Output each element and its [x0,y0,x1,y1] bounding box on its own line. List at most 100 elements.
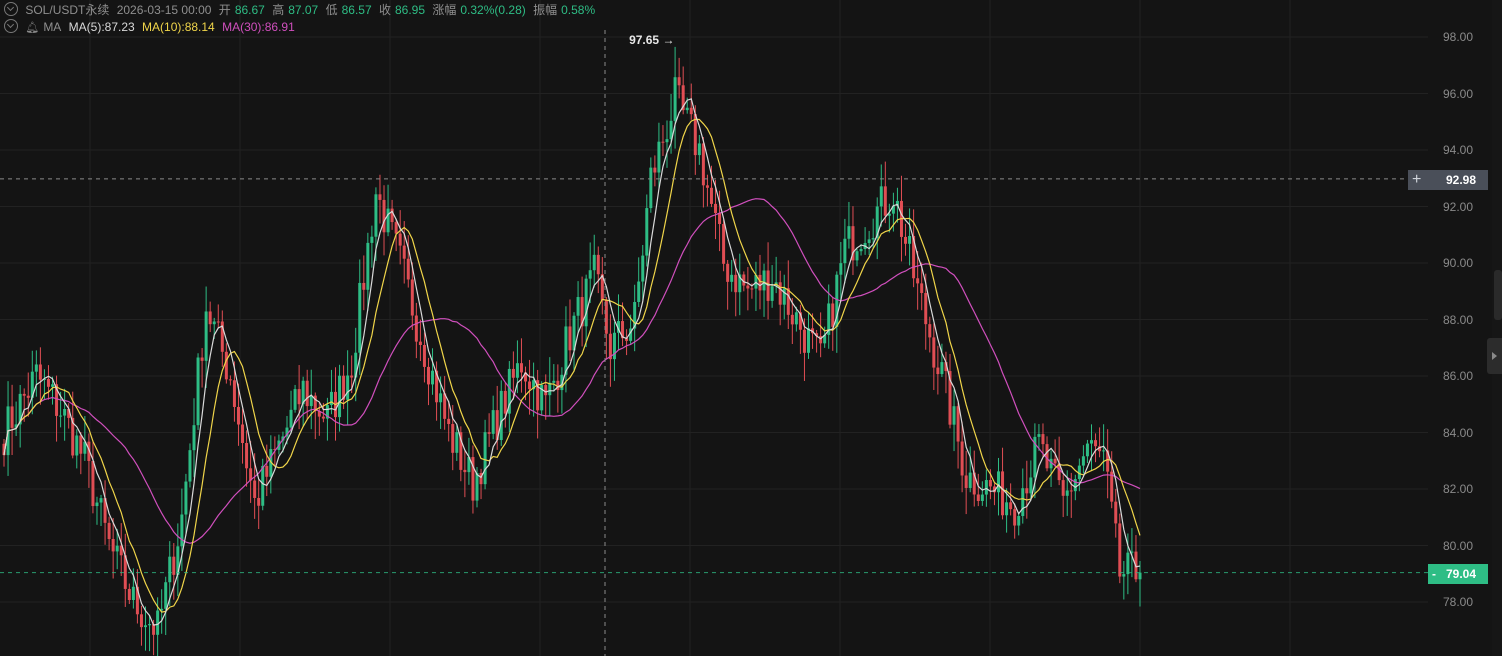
collapse-chevron-icon[interactable] [4,2,18,16]
candle-body [1029,477,1033,494]
candle [443,376,447,430]
candle-body [960,441,964,476]
candle [762,263,766,317]
candle [528,359,532,415]
candle [596,246,600,294]
candle-body [883,186,887,216]
candlestick-chart[interactable] [0,0,1502,656]
high-value: 87.07 [288,3,319,17]
candle [329,369,333,415]
candle-body [382,199,386,233]
candle [75,429,79,469]
candle [499,380,503,446]
candle-body [1102,450,1106,452]
crosshair-price-tag[interactable]: + 92.98 [1408,170,1488,190]
candle-body [390,208,394,223]
last-price-dash-icon: - [1432,567,1436,581]
candle-body [115,545,119,552]
candle [552,364,556,392]
candles [2,46,1142,656]
candle-body [265,465,269,477]
add-alert-plus-icon[interactable]: + [1412,170,1421,190]
candle-body [297,389,301,405]
candle-body [1053,458,1057,464]
candle-body [705,185,709,188]
candle-body [196,357,200,426]
candle-body [143,625,147,628]
scrollbar-thumb[interactable] [1494,270,1502,320]
candle-body [677,77,681,86]
candle [754,261,758,311]
candle [851,206,855,276]
candle [309,369,313,430]
candle-body [91,460,95,507]
candle-body [734,274,738,293]
candle-body [511,368,515,378]
candle-body [544,385,548,396]
candle [677,57,681,99]
candle [99,494,103,527]
candle [976,473,980,507]
candle [269,435,273,494]
candle-body [1045,444,1049,469]
candle-body [224,351,228,380]
candle [188,443,192,488]
candle [30,350,34,415]
candle [879,164,883,227]
candle-body [422,345,426,367]
candle-body [95,502,99,507]
candle-body [394,222,398,234]
candle [778,270,782,326]
candle [196,353,200,430]
candle-body [350,375,354,378]
candle-body [261,465,265,506]
open-value: 86.67 [234,3,265,17]
candle [1025,460,1029,519]
candle [414,302,418,359]
candle-body [1122,574,1126,577]
candle-body [758,274,762,291]
candle [95,496,99,525]
candle [867,230,871,256]
candle [883,161,887,224]
candle [471,445,475,514]
crosshair-price-value: 92.98 [1445,173,1476,187]
candle-body [653,167,657,173]
candle [722,219,726,272]
candle-body [236,406,240,425]
candle [1106,429,1110,499]
candle-body [726,263,730,282]
candle-body [208,311,212,325]
candle-body [879,186,883,207]
bell-icon[interactable]: 🔔︎ [25,20,39,36]
candle-body [107,522,111,540]
ma30-value: MA(30):86.91 [222,20,295,34]
candle-body [709,187,713,204]
expand-panel-handle-icon[interactable] [1487,338,1502,374]
candle [148,615,152,652]
candle [661,125,665,156]
candle [1085,439,1089,464]
candle [123,533,127,607]
candle [26,372,30,417]
candle-body [75,435,79,456]
candle-body [51,384,55,387]
ma-indicator-name[interactable]: MA [43,20,61,34]
candle [463,450,467,498]
candle [944,351,948,394]
candle-body [584,278,588,327]
candle-body [552,380,556,383]
candle-body [463,469,467,473]
candle-body [1118,523,1122,577]
candle-body [414,315,418,342]
candle [491,395,495,440]
candle-body [1037,434,1041,437]
candle-body [63,408,67,416]
candle [1081,445,1085,474]
candle [479,468,483,500]
collapse-chevron-icon[interactable] [4,19,18,33]
candle [847,201,851,249]
candle-body [928,324,932,338]
symbol-label[interactable]: SOL/USDT永续 [25,3,109,17]
candle [572,312,576,372]
